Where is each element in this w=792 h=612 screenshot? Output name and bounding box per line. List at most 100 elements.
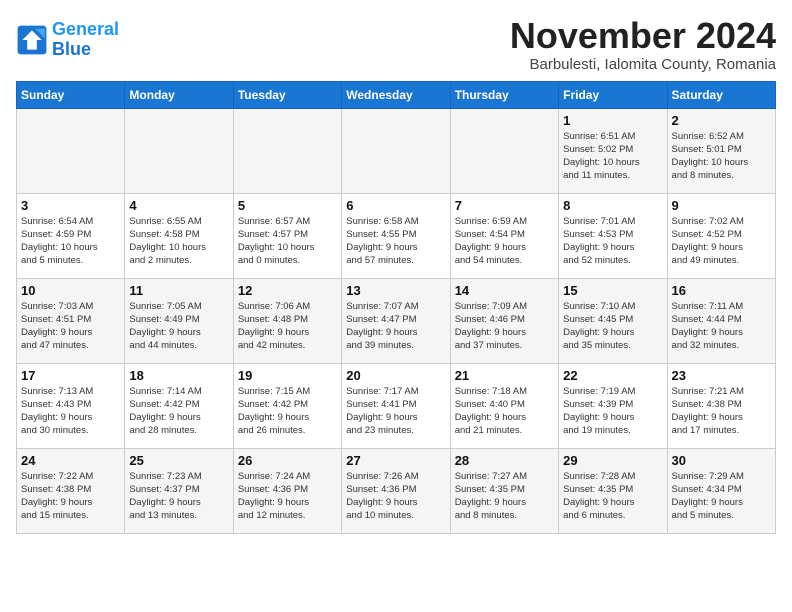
header-day-friday: Friday bbox=[559, 81, 667, 108]
day-info: Sunrise: 7:29 AM Sunset: 4:34 PM Dayligh… bbox=[672, 470, 771, 523]
day-number: 8 bbox=[563, 198, 662, 213]
calendar-cell: 1Sunrise: 6:51 AM Sunset: 5:02 PM Daylig… bbox=[559, 108, 667, 193]
day-number: 21 bbox=[455, 368, 554, 383]
calendar-cell: 23Sunrise: 7:21 AM Sunset: 4:38 PM Dayli… bbox=[667, 363, 775, 448]
day-info: Sunrise: 7:28 AM Sunset: 4:35 PM Dayligh… bbox=[563, 470, 662, 523]
day-info: Sunrise: 6:51 AM Sunset: 5:02 PM Dayligh… bbox=[563, 130, 662, 183]
calendar-cell bbox=[450, 108, 558, 193]
logo-text: General Blue bbox=[52, 20, 119, 60]
calendar-cell bbox=[233, 108, 341, 193]
day-number: 24 bbox=[21, 453, 120, 468]
calendar-header: SundayMondayTuesdayWednesdayThursdayFrid… bbox=[17, 81, 776, 108]
day-number: 3 bbox=[21, 198, 120, 213]
calendar-cell: 15 Sunrise: 7:10 AM Sunset: 4:45 PM Dayli… bbox=[559, 278, 667, 363]
day-number: 29 bbox=[563, 453, 662, 468]
calendar-cell: 17 Sunrise: 7:13 AM Sunset: 4:43 PM Dayli… bbox=[17, 363, 125, 448]
calendar-week-5: 24 Sunrise: 7:22 AM Sunset: 4:38 PM Dayli… bbox=[17, 448, 776, 533]
calendar-cell: 29 Sunrise: 7:28 AM Sunset: 4:35 PM Dayli… bbox=[559, 448, 667, 533]
calendar-cell bbox=[125, 108, 233, 193]
calendar-week-4: 17 Sunrise: 7:13 AM Sunset: 4:43 PM Dayli… bbox=[17, 363, 776, 448]
day-info: Sunrise: 7:02 AM Sunset: 4:52 PM Dayligh… bbox=[672, 215, 771, 268]
logo-line2: Blue bbox=[52, 39, 91, 59]
calendar-cell: 24 Sunrise: 7:22 AM Sunset: 4:38 PM Dayli… bbox=[17, 448, 125, 533]
day-number: 10 bbox=[21, 283, 120, 298]
day-info: Sunrise: 7:26 AM Sunset: 4:36 PM Dayligh… bbox=[346, 470, 445, 523]
calendar-week-1: 1Sunrise: 6:51 AM Sunset: 5:02 PM Daylig… bbox=[17, 108, 776, 193]
day-info: Sunrise: 7:13 AM Sunset: 4:43 PM Dayligh… bbox=[21, 385, 120, 438]
day-number: 28 bbox=[455, 453, 554, 468]
day-number: 13 bbox=[346, 283, 445, 298]
header-day-sunday: Sunday bbox=[17, 81, 125, 108]
header: General Blue November 2024 Barbulesti, I… bbox=[16, 16, 776, 73]
day-info: Sunrise: 6:54 AM Sunset: 4:59 PM Dayligh… bbox=[21, 215, 120, 268]
day-info: Sunrise: 7:17 AM Sunset: 4:41 PM Dayligh… bbox=[346, 385, 445, 438]
calendar-cell: 19 Sunrise: 7:15 AM Sunset: 4:42 PM Dayli… bbox=[233, 363, 341, 448]
header-day-saturday: Saturday bbox=[667, 81, 775, 108]
header-row: SundayMondayTuesdayWednesdayThursdayFrid… bbox=[17, 81, 776, 108]
day-info: Sunrise: 7:09 AM Sunset: 4:46 PM Dayligh… bbox=[455, 300, 554, 353]
calendar-cell: 11 Sunrise: 7:05 AM Sunset: 4:49 PM Dayli… bbox=[125, 278, 233, 363]
day-number: 18 bbox=[129, 368, 228, 383]
calendar-cell: 25 Sunrise: 7:23 AM Sunset: 4:37 PM Dayli… bbox=[125, 448, 233, 533]
calendar-cell: 14 Sunrise: 7:09 AM Sunset: 4:46 PM Dayli… bbox=[450, 278, 558, 363]
logo: General Blue bbox=[16, 20, 119, 60]
header-day-wednesday: Wednesday bbox=[342, 81, 450, 108]
calendar-cell: 2Sunrise: 6:52 AM Sunset: 5:01 PM Daylig… bbox=[667, 108, 775, 193]
logo-line1: General bbox=[52, 19, 119, 39]
day-number: 20 bbox=[346, 368, 445, 383]
day-info: Sunrise: 7:03 AM Sunset: 4:51 PM Dayligh… bbox=[21, 300, 120, 353]
calendar-cell: 20 Sunrise: 7:17 AM Sunset: 4:41 PM Dayli… bbox=[342, 363, 450, 448]
day-number: 4 bbox=[129, 198, 228, 213]
calendar-body: 1Sunrise: 6:51 AM Sunset: 5:02 PM Daylig… bbox=[17, 108, 776, 533]
calendar-cell: 12Sunrise: 7:06 AM Sunset: 4:48 PM Dayli… bbox=[233, 278, 341, 363]
calendar-cell: 22Sunrise: 7:19 AM Sunset: 4:39 PM Dayli… bbox=[559, 363, 667, 448]
calendar-cell: 7 Sunrise: 6:59 AM Sunset: 4:54 PM Daylig… bbox=[450, 193, 558, 278]
day-number: 5 bbox=[238, 198, 337, 213]
day-info: Sunrise: 7:14 AM Sunset: 4:42 PM Dayligh… bbox=[129, 385, 228, 438]
day-info: Sunrise: 7:07 AM Sunset: 4:47 PM Dayligh… bbox=[346, 300, 445, 353]
calendar-cell: 30 Sunrise: 7:29 AM Sunset: 4:34 PM Dayli… bbox=[667, 448, 775, 533]
calendar-cell: 18 Sunrise: 7:14 AM Sunset: 4:42 PM Dayli… bbox=[125, 363, 233, 448]
header-day-thursday: Thursday bbox=[450, 81, 558, 108]
day-number: 25 bbox=[129, 453, 228, 468]
day-number: 19 bbox=[238, 368, 337, 383]
day-info: Sunrise: 7:27 AM Sunset: 4:35 PM Dayligh… bbox=[455, 470, 554, 523]
day-info: Sunrise: 6:55 AM Sunset: 4:58 PM Dayligh… bbox=[129, 215, 228, 268]
calendar-cell: 27Sunrise: 7:26 AM Sunset: 4:36 PM Dayli… bbox=[342, 448, 450, 533]
calendar-cell: 5Sunrise: 6:57 AM Sunset: 4:57 PM Daylig… bbox=[233, 193, 341, 278]
day-number: 2 bbox=[672, 113, 771, 128]
day-number: 11 bbox=[129, 283, 228, 298]
day-info: Sunrise: 7:23 AM Sunset: 4:37 PM Dayligh… bbox=[129, 470, 228, 523]
header-day-tuesday: Tuesday bbox=[233, 81, 341, 108]
day-number: 7 bbox=[455, 198, 554, 213]
day-info: Sunrise: 7:10 AM Sunset: 4:45 PM Dayligh… bbox=[563, 300, 662, 353]
day-number: 15 bbox=[563, 283, 662, 298]
day-info: Sunrise: 7:21 AM Sunset: 4:38 PM Dayligh… bbox=[672, 385, 771, 438]
day-info: Sunrise: 7:05 AM Sunset: 4:49 PM Dayligh… bbox=[129, 300, 228, 353]
day-info: Sunrise: 7:11 AM Sunset: 4:44 PM Dayligh… bbox=[672, 300, 771, 353]
calendar-week-3: 10 Sunrise: 7:03 AM Sunset: 4:51 PM Dayli… bbox=[17, 278, 776, 363]
day-info: Sunrise: 6:59 AM Sunset: 4:54 PM Dayligh… bbox=[455, 215, 554, 268]
day-number: 30 bbox=[672, 453, 771, 468]
day-info: Sunrise: 7:24 AM Sunset: 4:36 PM Dayligh… bbox=[238, 470, 337, 523]
day-info: Sunrise: 7:18 AM Sunset: 4:40 PM Dayligh… bbox=[455, 385, 554, 438]
calendar-cell: 21 Sunrise: 7:18 AM Sunset: 4:40 PM Dayli… bbox=[450, 363, 558, 448]
calendar-cell bbox=[342, 108, 450, 193]
calendar-cell: 13 Sunrise: 7:07 AM Sunset: 4:47 PM Dayli… bbox=[342, 278, 450, 363]
day-number: 17 bbox=[21, 368, 120, 383]
calendar-cell: 6Sunrise: 6:58 AM Sunset: 4:55 PM Daylig… bbox=[342, 193, 450, 278]
calendar-cell: 10 Sunrise: 7:03 AM Sunset: 4:51 PM Dayli… bbox=[17, 278, 125, 363]
month-title: November 2024 bbox=[510, 16, 776, 56]
calendar-week-2: 3 Sunrise: 6:54 AM Sunset: 4:59 PM Daylig… bbox=[17, 193, 776, 278]
day-info: Sunrise: 7:15 AM Sunset: 4:42 PM Dayligh… bbox=[238, 385, 337, 438]
day-number: 12 bbox=[238, 283, 337, 298]
day-number: 14 bbox=[455, 283, 554, 298]
day-number: 16 bbox=[672, 283, 771, 298]
day-number: 22 bbox=[563, 368, 662, 383]
day-number: 26 bbox=[238, 453, 337, 468]
calendar-cell: 4 Sunrise: 6:55 AM Sunset: 4:58 PM Daylig… bbox=[125, 193, 233, 278]
day-number: 6 bbox=[346, 198, 445, 213]
day-info: Sunrise: 7:22 AM Sunset: 4:38 PM Dayligh… bbox=[21, 470, 120, 523]
calendar-cell: 28 Sunrise: 7:27 AM Sunset: 4:35 PM Dayli… bbox=[450, 448, 558, 533]
calendar-cell bbox=[17, 108, 125, 193]
